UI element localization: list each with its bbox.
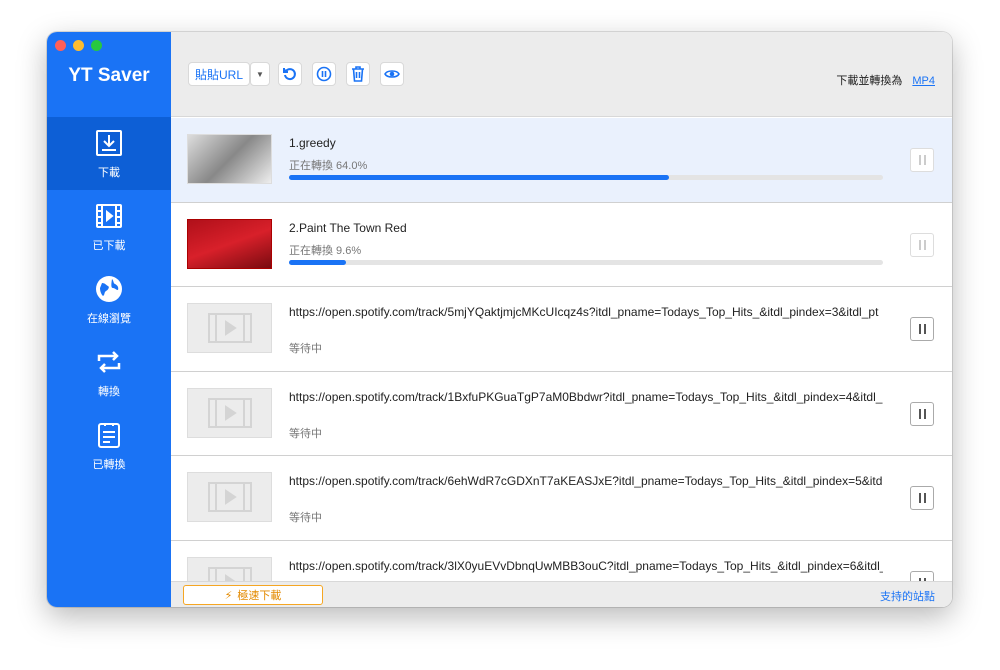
preview-button[interactable] xyxy=(380,62,404,86)
trash-icon xyxy=(352,66,364,82)
fast-download-button[interactable]: ⚡ 極速下載 xyxy=(183,585,323,605)
sidebar-item-download[interactable]: 下載 xyxy=(47,117,171,190)
output-format: 下載並轉換為 MP4 xyxy=(836,72,935,88)
item-title: https://open.spotify.com/track/6ehWdR7cG… xyxy=(289,474,883,488)
eye-icon xyxy=(384,70,400,78)
sidebar: YT Saver 下載 已下載 在線瀏覽 轉換 已轉換 xyxy=(47,32,171,607)
thumbnail xyxy=(187,218,272,269)
video-placeholder-icon xyxy=(187,556,272,581)
download-list: 1.greedy 正在轉換 64.0% 2.Paint The Town Red… xyxy=(171,118,952,581)
progress-bar xyxy=(289,259,883,265)
sidebar-item-converted[interactable]: 已轉換 xyxy=(47,409,171,482)
sidebar-item-label: 已轉換 xyxy=(92,458,126,471)
list-item[interactable]: 2.Paint The Town Red 正在轉換 9.6% xyxy=(171,203,952,287)
lightning-icon: ⚡ xyxy=(224,589,233,602)
zoom-button[interactable] xyxy=(91,40,102,51)
pause-button[interactable] xyxy=(910,232,934,257)
paste-url-dropdown[interactable]: ▼ xyxy=(250,62,270,86)
sidebar-item-label: 在線瀏覽 xyxy=(87,312,131,325)
download-icon xyxy=(96,129,122,156)
sidebar-item-label: 下載 xyxy=(98,166,120,179)
format-label: 下載並轉換為 xyxy=(836,75,903,87)
refresh-icon xyxy=(283,68,296,81)
sidebar-item-label: 已下載 xyxy=(92,239,126,252)
item-title: 2.Paint The Town Red xyxy=(289,220,407,235)
convert-icon xyxy=(97,350,121,373)
item-status: 等待中 xyxy=(289,343,322,355)
close-button[interactable] xyxy=(55,40,66,51)
list-item[interactable]: https://open.spotify.com/track/1BxfuPKGu… xyxy=(171,372,952,456)
thumbnail xyxy=(187,134,272,184)
video-placeholder-icon xyxy=(187,472,272,522)
pause-button[interactable] xyxy=(910,148,934,172)
status-bar: ⚡ 極速下載 支持的站點 xyxy=(171,581,952,607)
list-item[interactable]: 1.greedy 正在轉換 64.0% xyxy=(171,118,952,203)
pause-circle-icon xyxy=(316,66,332,82)
list-item[interactable]: https://open.spotify.com/track/5mjYQaktj… xyxy=(171,287,952,372)
pause-button[interactable] xyxy=(910,401,934,426)
item-title: https://open.spotify.com/track/5mjYQaktj… xyxy=(289,305,879,319)
fast-download-label: 極速下載 xyxy=(237,590,282,602)
item-title: https://open.spotify.com/track/3lX0yuEVv… xyxy=(289,558,883,573)
item-status: 正在轉換 64.0% xyxy=(289,160,368,172)
globe-icon xyxy=(96,275,122,302)
sidebar-item-downloaded[interactable]: 已下載 xyxy=(47,190,171,263)
progress-bar xyxy=(289,175,883,180)
sidebar-nav: 下載 已下載 在線瀏覽 轉換 已轉換 xyxy=(47,117,171,482)
window-controls xyxy=(55,40,102,51)
toolbar: 貼貼URL ▼ 下載並轉換為 MP4 xyxy=(171,32,952,117)
video-placeholder-icon xyxy=(187,387,272,438)
retry-button[interactable] xyxy=(278,62,302,86)
sidebar-item-convert[interactable]: 轉換 xyxy=(47,336,171,409)
clipboard-icon xyxy=(98,422,120,448)
progress-fill xyxy=(289,175,670,180)
item-title: 1.greedy xyxy=(289,136,336,150)
sidebar-item-label: 轉換 xyxy=(98,385,120,398)
progress-fill xyxy=(289,259,347,265)
pause-button[interactable] xyxy=(910,317,934,341)
paste-url-button[interactable]: 貼貼URL xyxy=(188,62,250,86)
item-status: 等待中 xyxy=(289,427,322,440)
list-item[interactable]: https://open.spotify.com/track/3lX0yuEVv… xyxy=(171,541,952,581)
pause-all-button[interactable] xyxy=(312,62,336,86)
list-item[interactable]: https://open.spotify.com/track/6ehWdR7cG… xyxy=(171,456,952,541)
item-status: 等待中 xyxy=(289,512,322,524)
video-placeholder-icon xyxy=(187,303,272,353)
app-window: YT Saver 下載 已下載 在線瀏覽 轉換 已轉換 貼貼URL ▼ 下載並轉… xyxy=(47,32,952,607)
caret-down-icon: ▼ xyxy=(256,69,264,79)
minimize-button[interactable] xyxy=(73,40,84,51)
app-title: YT Saver xyxy=(68,65,150,86)
film-icon xyxy=(96,203,122,228)
delete-button[interactable] xyxy=(346,62,370,86)
pause-button[interactable] xyxy=(910,570,934,581)
supported-sites-link[interactable]: 支持的站點 xyxy=(880,588,935,604)
item-status: 正在轉換 9.6% xyxy=(289,244,362,257)
main-panel: 貼貼URL ▼ 下載並轉換為 MP4 1.greedy 正在轉換 64.0% 2.… xyxy=(171,32,952,607)
item-title: https://open.spotify.com/track/1BxfuPKGu… xyxy=(289,389,883,404)
format-select[interactable]: MP4 xyxy=(912,75,935,87)
sidebar-item-browse[interactable]: 在線瀏覽 xyxy=(47,263,171,336)
pause-button[interactable] xyxy=(910,486,934,510)
